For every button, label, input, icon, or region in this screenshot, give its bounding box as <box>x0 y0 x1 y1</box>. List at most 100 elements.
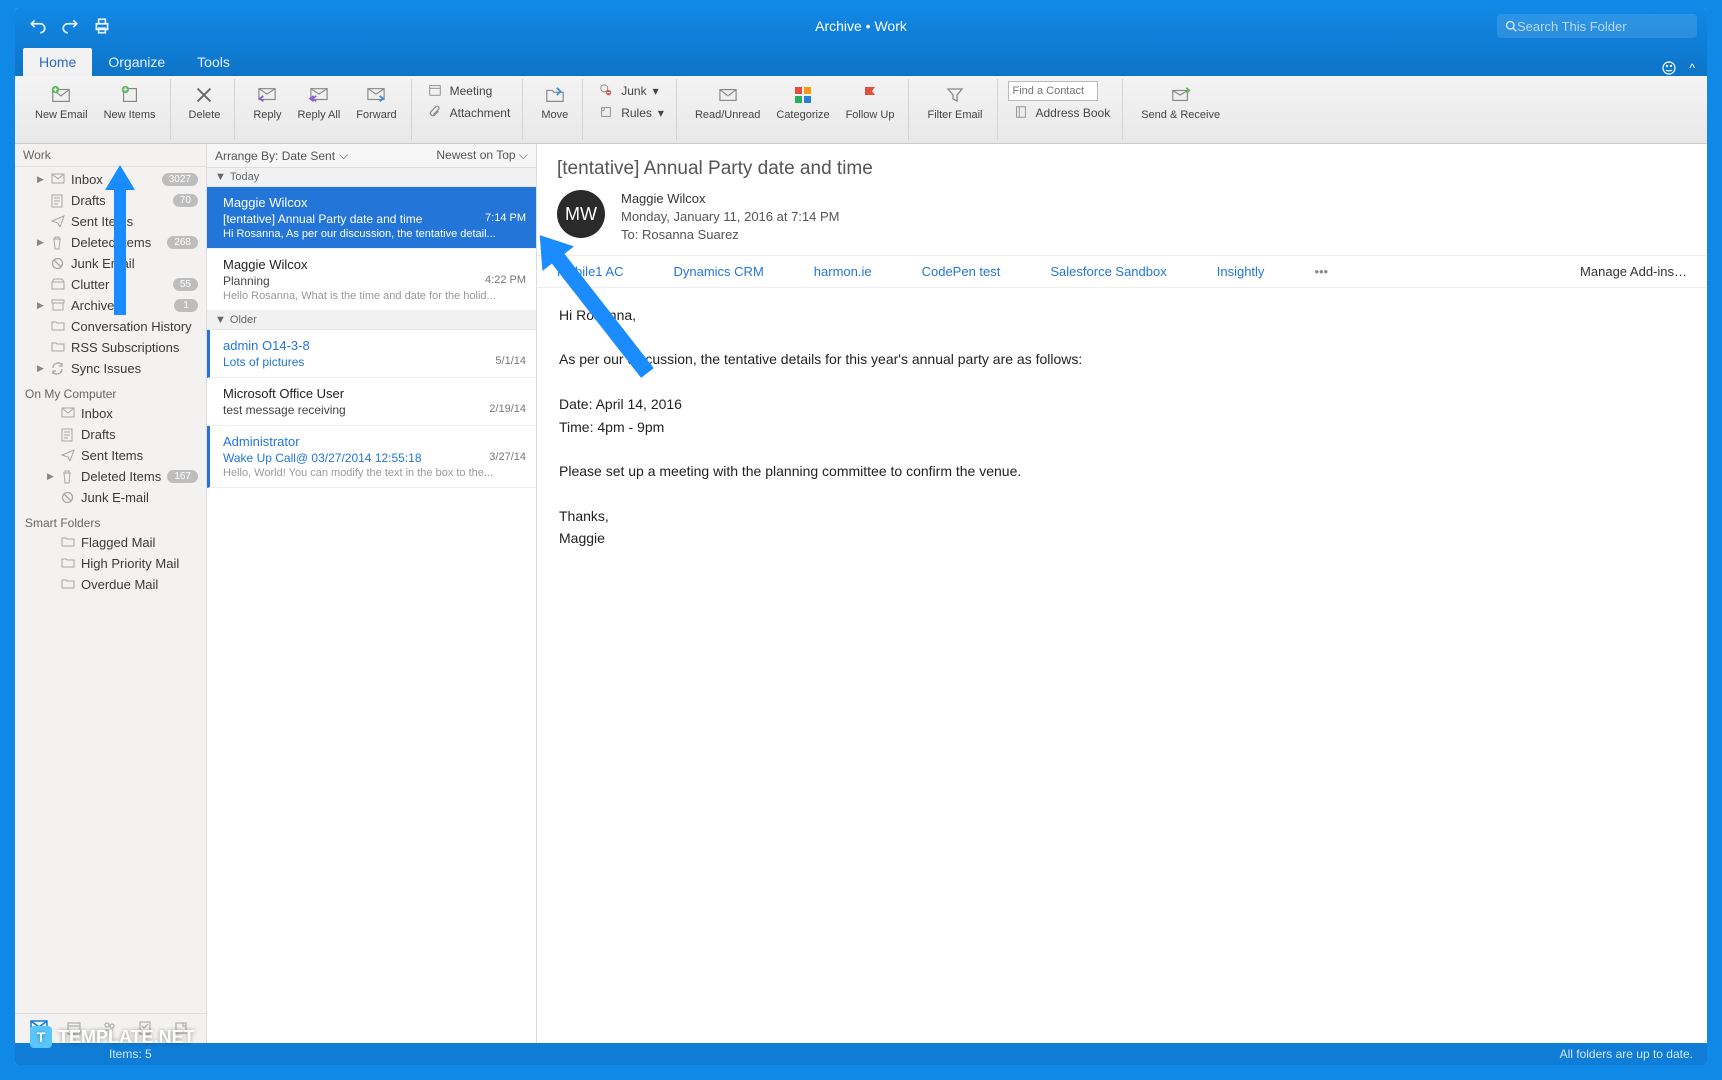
search-input[interactable] <box>1517 19 1689 34</box>
email-subject: [tentative] Annual Party date and time <box>537 144 1707 190</box>
sidebar-item-inbox[interactable]: Inbox <box>15 403 206 424</box>
flag-icon <box>858 83 882 107</box>
expand-icon[interactable]: ▶ <box>37 300 45 311</box>
tab-home[interactable]: Home <box>23 48 92 76</box>
reply-button[interactable]: Reply <box>245 81 289 123</box>
message-item[interactable]: Maggie Wilcox [tentative] Annual Party da… <box>207 187 536 249</box>
message-item[interactable]: Maggie WilcoxPlanning4:22 PMHello Rosann… <box>207 249 536 311</box>
addin-toolbar: Mobile1 ACDynamics CRMharmon.ieCodePen t… <box>537 256 1707 288</box>
collapse-icon: ▼ <box>215 314 226 326</box>
delete-button[interactable]: Delete <box>181 81 229 123</box>
folder-label: Junk E-mail <box>81 490 149 505</box>
meeting-button[interactable]: Meeting <box>422 81 517 101</box>
folder-count: 55 <box>173 278 198 291</box>
more-icon[interactable]: ••• <box>1314 264 1328 279</box>
reply-all-button[interactable]: Reply All <box>289 81 348 123</box>
sidebar-item-sent-items[interactable]: Sent Items <box>15 445 206 466</box>
msg-subject: [tentative] Annual Party date and time <box>223 212 422 226</box>
sidebar-item-high-priority-mail[interactable]: High Priority Mail <box>15 553 206 574</box>
from-name: Maggie Wilcox <box>621 190 840 208</box>
sort-chevron-icon: ⌵ <box>519 148 528 162</box>
msg-group-header[interactable]: ▼ Today <box>207 168 536 187</box>
addin-link[interactable]: CodePen test <box>922 264 1001 279</box>
msg-group-header[interactable]: ▼ Older <box>207 311 536 330</box>
message-item[interactable]: Microsoft Office Usertest message receiv… <box>207 378 536 426</box>
message-item[interactable]: AdministratorWake Up Call@ 03/27/2014 12… <box>207 426 536 488</box>
reply-all-icon <box>307 83 331 107</box>
msg-sender: Administrator <box>223 434 526 449</box>
addin-link[interactable]: Insightly <box>1217 264 1265 279</box>
tab-tools[interactable]: Tools <box>181 48 246 76</box>
sidebar-section-computer: On My Computer <box>15 379 206 403</box>
expand-icon[interactable]: ▶ <box>37 174 45 185</box>
smiley-icon[interactable] <box>1661 60 1677 76</box>
expand-icon[interactable]: ▶ <box>37 363 45 374</box>
new-items-icon <box>118 83 142 107</box>
msg-subject: Lots of pictures <box>223 355 304 369</box>
folder-icon <box>61 449 75 463</box>
manage-addins-link[interactable]: Manage Add-ins… <box>1580 264 1687 279</box>
addin-link[interactable]: Salesforce Sandbox <box>1050 264 1166 279</box>
folder-label: Drafts <box>81 427 116 442</box>
filter-icon <box>943 83 967 107</box>
ribbon: New Email New Items Delete Reply Reply A… <box>15 76 1707 144</box>
new-email-button[interactable]: New Email <box>27 81 96 123</box>
annotation-arrow-icon <box>100 165 140 315</box>
addin-link[interactable]: Dynamics CRM <box>673 264 763 279</box>
sidebar-item-overdue-mail[interactable]: Overdue Mail <box>15 574 206 595</box>
calendar-icon <box>428 83 444 99</box>
msg-sender: Maggie Wilcox <box>223 257 526 272</box>
forward-button[interactable]: Forward <box>348 81 404 123</box>
sidebar-item-rss-subscriptions[interactable]: RSS Subscriptions <box>15 337 206 358</box>
sidebar-item-conversation-history[interactable]: Conversation History <box>15 316 206 337</box>
sidebar-item-flagged-mail[interactable]: Flagged Mail <box>15 532 206 553</box>
msg-time: 7:14 PM <box>479 212 526 226</box>
message-item[interactable]: admin O14-3-8Lots of pictures5/1/14 <box>207 330 536 378</box>
follow-up-button[interactable]: Follow Up <box>838 81 903 123</box>
msglist-header[interactable]: Arrange By: Date Sent ⌵ Newest on Top ⌵ <box>207 144 536 168</box>
filter-button[interactable]: Filter Email <box>919 81 990 123</box>
delete-icon <box>192 83 216 107</box>
watermark: T TEMPLATE.NET <box>30 1026 195 1048</box>
rules-button[interactable]: Rules ▾ <box>593 103 670 123</box>
chevron-up-icon[interactable]: ^ <box>1689 61 1695 75</box>
redo-icon[interactable] <box>61 17 79 35</box>
expand-icon[interactable]: ▶ <box>37 237 45 248</box>
msg-sender: Maggie Wilcox <box>223 195 526 210</box>
folder-icon <box>51 215 65 229</box>
reply-icon <box>255 83 279 107</box>
print-icon[interactable] <box>93 17 111 35</box>
folder-count: 167 <box>167 470 198 483</box>
search-box[interactable] <box>1497 14 1697 38</box>
folder-count: 70 <box>173 194 198 207</box>
reading-pane: [tentative] Annual Party date and time M… <box>537 144 1707 1043</box>
folder-icon <box>51 173 65 187</box>
folder-icon <box>51 341 65 355</box>
tab-organize[interactable]: Organize <box>92 48 181 76</box>
address-book-button[interactable]: Address Book <box>1008 103 1117 123</box>
junk-icon <box>599 83 615 99</box>
forward-icon <box>364 83 388 107</box>
titlebar: Archive • Work <box>15 8 1707 44</box>
watermark-badge-icon: T <box>30 1026 52 1048</box>
move-button[interactable]: Move <box>533 81 576 123</box>
attachment-button[interactable]: Attachment <box>422 103 517 123</box>
read-unread-button[interactable]: Read/Unread <box>687 81 768 123</box>
folder-icon <box>61 407 75 421</box>
undo-icon[interactable] <box>29 17 47 35</box>
new-items-button[interactable]: New Items <box>96 81 164 123</box>
addin-link[interactable]: harmon.ie <box>814 264 872 279</box>
sidebar-item-drafts[interactable]: Drafts <box>15 424 206 445</box>
categorize-button[interactable]: Categorize <box>768 81 837 123</box>
junk-button[interactable]: Junk ▾ <box>593 81 670 101</box>
sidebar-item-sync-issues[interactable]: ▶Sync Issues <box>15 358 206 379</box>
search-icon <box>1505 20 1517 32</box>
sidebar-item-junk-e-mail[interactable]: Junk E-mail <box>15 487 206 508</box>
send-receive-button[interactable]: Send & Receive <box>1133 81 1228 123</box>
categorize-icon <box>791 83 815 107</box>
find-contact-input[interactable] <box>1008 81 1098 101</box>
expand-icon[interactable]: ▶ <box>47 471 55 482</box>
avatar: MW <box>557 190 605 238</box>
attachment-icon <box>428 105 444 121</box>
sidebar-item-deleted-items[interactable]: ▶Deleted Items167 <box>15 466 206 487</box>
